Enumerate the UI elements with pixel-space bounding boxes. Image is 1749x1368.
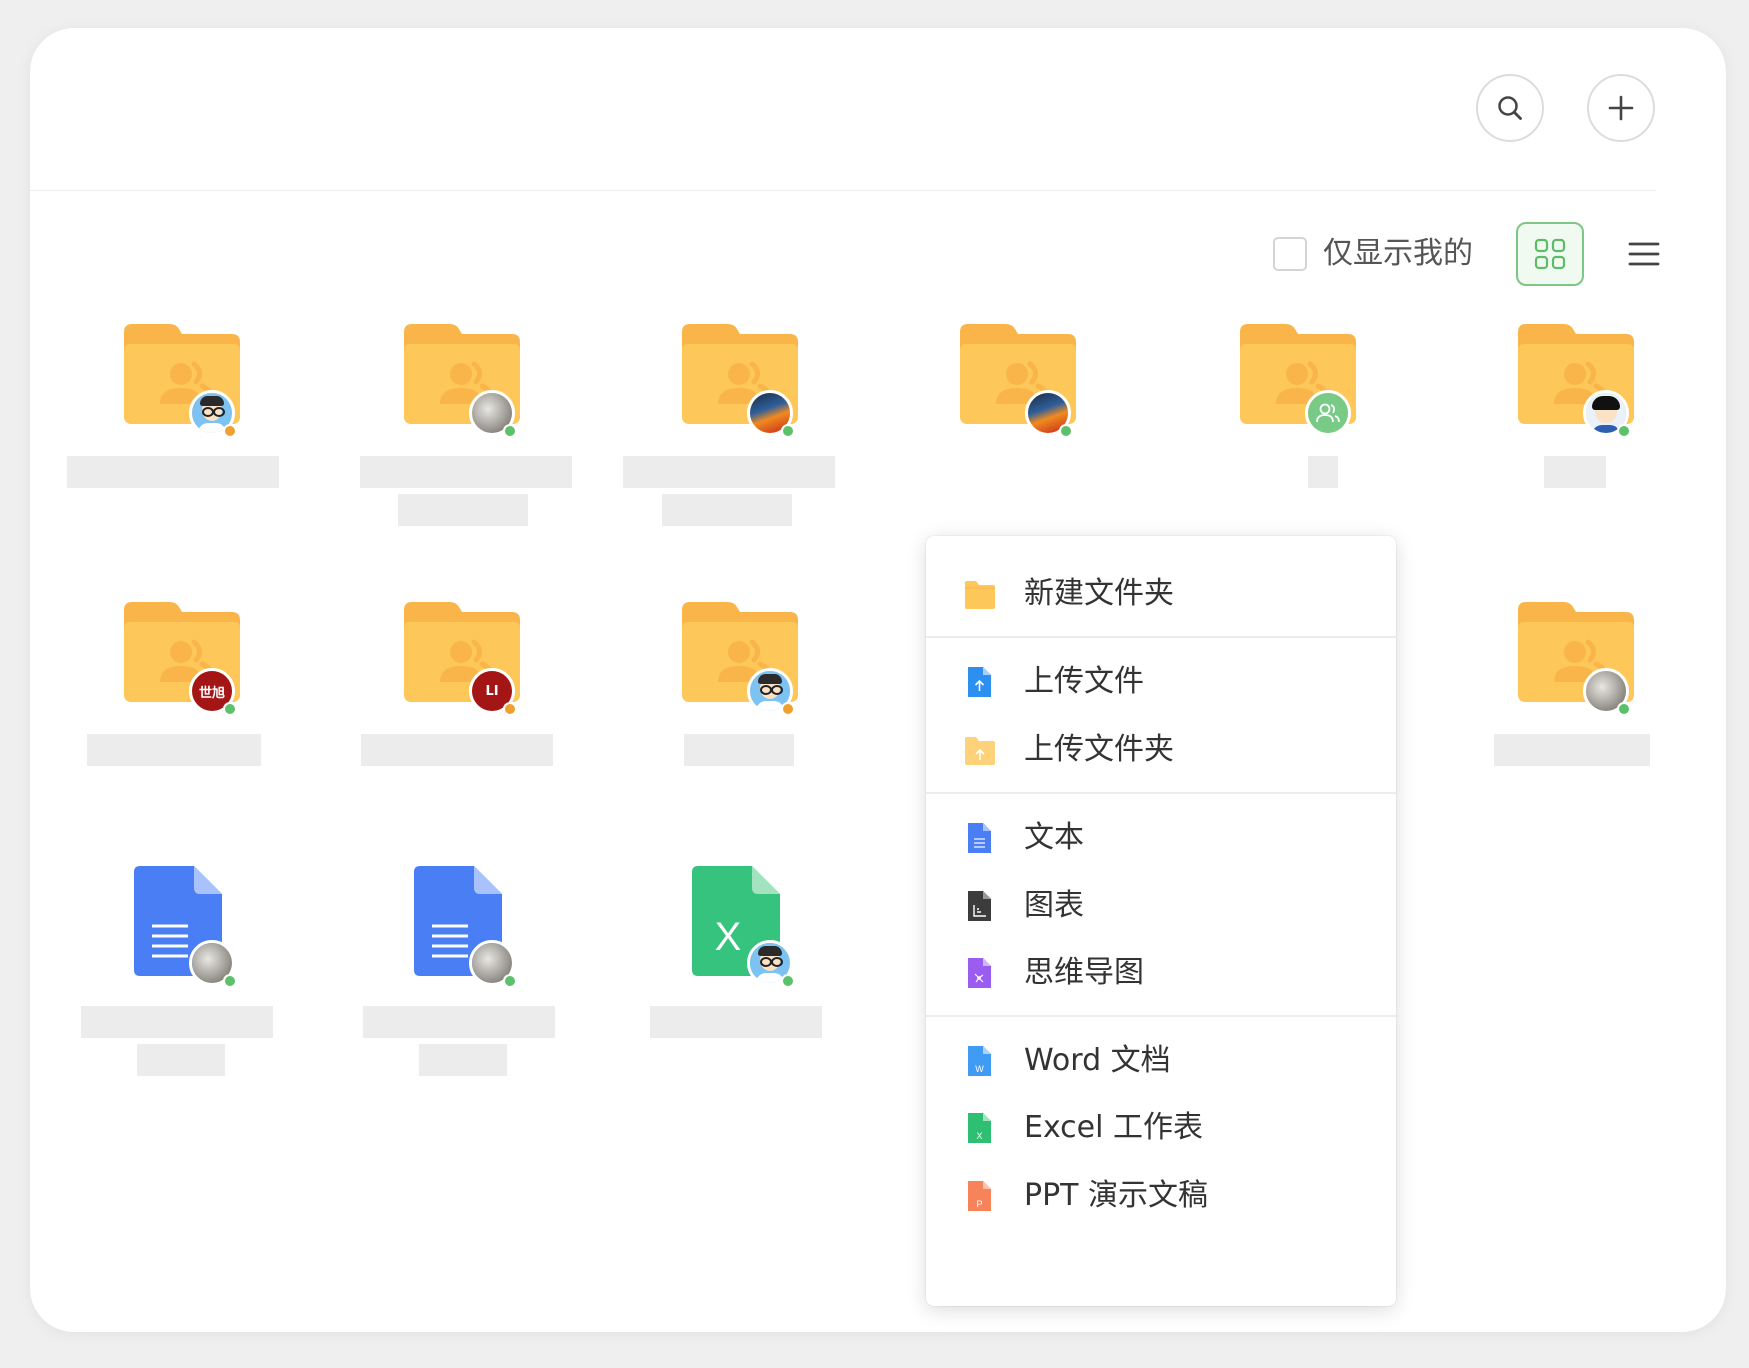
file-name-placeholder <box>360 456 572 488</box>
menu-item-text[interactable]: 文本 <box>926 803 1396 873</box>
menu-separator <box>926 636 1396 638</box>
file-name-placeholder <box>623 456 835 488</box>
only-mine-checkbox[interactable] <box>1273 237 1307 271</box>
folder-item[interactable] <box>1188 324 1428 564</box>
menu-item-new-folder[interactable]: 新建文件夹 <box>926 559 1396 629</box>
folder-item[interactable] <box>72 324 312 564</box>
file-name-placeholder <box>87 734 261 766</box>
ppt-icon: P <box>968 1181 991 1211</box>
folder-item[interactable] <box>1466 602 1706 842</box>
menu-label-mind-map: 思维导图 <box>1024 955 1144 990</box>
upload-folder-icon <box>965 737 995 765</box>
online-status-dot <box>1617 702 1631 716</box>
menu-label-ppt: PPT 演示文稿 <box>1024 1178 1209 1213</box>
file-item[interactable]: X <box>630 866 870 1114</box>
menu-label-excel: Excel 工作表 <box>1024 1110 1204 1145</box>
folder-item[interactable] <box>630 602 870 842</box>
file-name-placeholder <box>137 1044 225 1076</box>
file-name-placeholder <box>398 494 528 526</box>
header-divider <box>30 190 1656 191</box>
file-browser-panel: 仅显示我的 世旭 LI X 新建文件夹 上传文件 上传文件夹 文本 图表 思维导… <box>30 28 1726 1332</box>
online-status-dot <box>1617 424 1631 438</box>
only-mine-label[interactable]: 仅显示我的 <box>1323 234 1473 274</box>
online-status-dot <box>503 974 517 988</box>
file-name-placeholder <box>650 1006 822 1038</box>
online-status-dot <box>781 424 795 438</box>
file-item[interactable] <box>352 866 592 1114</box>
file-name-placeholder <box>684 734 794 766</box>
online-status-dot <box>781 702 795 716</box>
svg-text:P: P <box>976 1199 982 1209</box>
menu-separator <box>926 1015 1396 1017</box>
file-name-placeholder <box>361 734 553 766</box>
online-status-dot <box>223 424 237 438</box>
folder-item[interactable] <box>908 324 1148 564</box>
menu-label-text: 文本 <box>1024 820 1084 855</box>
mind-map-icon <box>968 958 991 988</box>
file-name-placeholder <box>1544 456 1606 488</box>
excel-icon: X <box>968 1113 991 1143</box>
folder-icon <box>965 581 995 609</box>
menu-item-excel[interactable]: X Excel 工作表 <box>926 1093 1396 1163</box>
menu-item-ppt[interactable]: P PPT 演示文稿 <box>926 1161 1396 1231</box>
online-status-dot <box>503 424 517 438</box>
online-status-dot <box>503 702 517 716</box>
chart-icon <box>968 891 991 921</box>
menu-label-word: Word 文档 <box>1024 1043 1171 1078</box>
online-status-dot <box>223 974 237 988</box>
svg-text:W: W <box>975 1064 984 1074</box>
word-icon: W <box>968 1046 991 1076</box>
list-view-button[interactable] <box>1626 236 1662 272</box>
menu-label-upload-folder: 上传文件夹 <box>1024 732 1174 767</box>
folder-item[interactable] <box>630 324 870 564</box>
file-name-placeholder <box>1494 734 1650 766</box>
grid-icon <box>1534 238 1566 270</box>
search-icon <box>1498 96 1522 120</box>
folder-item[interactable] <box>352 324 592 564</box>
menu-separator <box>926 792 1396 794</box>
menu-label-new-folder: 新建文件夹 <box>1024 576 1174 611</box>
search-button[interactable] <box>1476 74 1544 142</box>
file-name-placeholder <box>67 456 279 488</box>
file-name-placeholder <box>419 1044 507 1076</box>
online-status-dot <box>223 702 237 716</box>
text-doc-icon <box>968 823 991 853</box>
menu-item-chart[interactable]: 图表 <box>926 871 1396 941</box>
file-name-placeholder <box>1308 456 1338 488</box>
file-name-placeholder <box>81 1006 273 1038</box>
folder-item[interactable] <box>1466 324 1706 564</box>
list-icon <box>1628 242 1660 266</box>
upload-file-icon <box>968 667 991 697</box>
folder-item[interactable]: 世旭 <box>72 602 312 842</box>
file-name-placeholder <box>363 1006 555 1038</box>
file-item[interactable] <box>72 866 312 1114</box>
menu-item-upload-folder[interactable]: 上传文件夹 <box>926 715 1396 785</box>
menu-item-word[interactable]: W Word 文档 <box>926 1026 1396 1096</box>
svg-text:X: X <box>976 1131 982 1141</box>
online-status-dot <box>1059 424 1073 438</box>
new-context-menu: 新建文件夹 上传文件 上传文件夹 文本 图表 思维导图 W Word 文档 X … <box>926 536 1396 1306</box>
svg-text:X: X <box>715 915 742 959</box>
menu-label-chart: 图表 <box>1024 888 1084 923</box>
menu-item-mind-map[interactable]: 思维导图 <box>926 938 1396 1008</box>
plus-icon <box>1608 95 1634 121</box>
folder-item[interactable]: LI <box>352 602 592 842</box>
menu-label-upload-file: 上传文件 <box>1024 664 1144 699</box>
menu-item-upload-file[interactable]: 上传文件 <box>926 647 1396 717</box>
file-name-placeholder <box>662 494 792 526</box>
online-status-dot <box>781 974 795 988</box>
owner-avatar <box>1305 390 1351 436</box>
grid-view-button[interactable] <box>1516 222 1584 286</box>
add-button[interactable] <box>1587 74 1655 142</box>
